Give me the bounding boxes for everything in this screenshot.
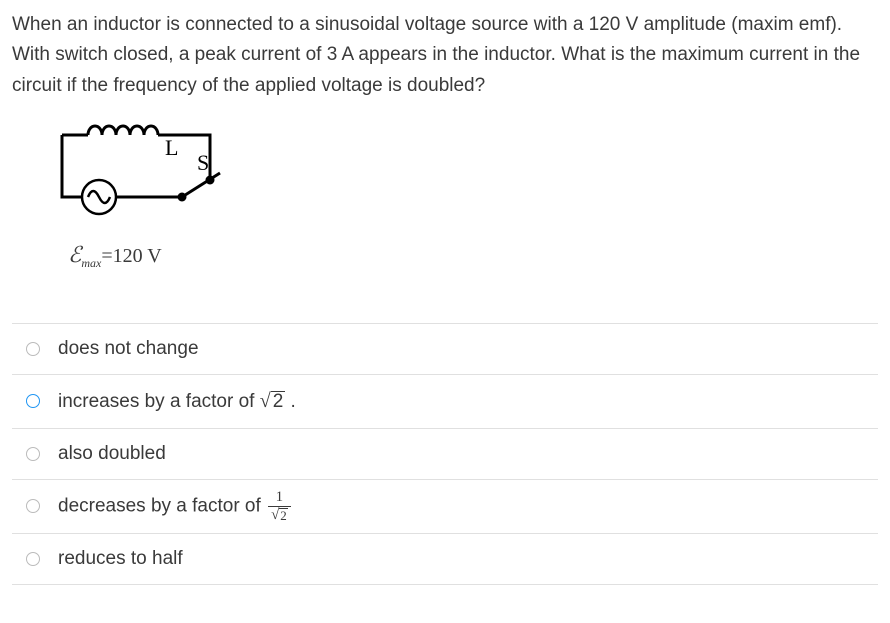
radio-icon[interactable] [26, 394, 40, 408]
switch-label: S [197, 150, 209, 175]
option-3[interactable]: also doubled [12, 428, 878, 479]
radio-icon[interactable] [26, 499, 40, 513]
option-suffix: . [285, 391, 296, 412]
option-text: decreases by a factor of 1 √2 [58, 490, 293, 523]
question-text: When an inductor is connected to a sinus… [12, 10, 878, 101]
sqrt-expression: √2 [260, 385, 286, 417]
fraction-denominator: √2 [268, 506, 291, 523]
emf-value: =120 V [101, 245, 161, 267]
sqrt-arg: 2 [271, 391, 286, 411]
fraction: 1 √2 [268, 490, 291, 523]
emf-label: ℰmax=120 V [68, 237, 878, 273]
option-text: also doubled [58, 439, 166, 469]
option-2[interactable]: increases by a factor of √2 . [12, 374, 878, 427]
circuit-diagram: L S ℰmax=120 V [42, 117, 878, 273]
radio-icon[interactable] [26, 447, 40, 461]
fraction-numerator: 1 [268, 490, 291, 506]
option-text: reduces to half [58, 544, 183, 574]
option-text: does not change [58, 334, 199, 364]
radio-icon[interactable] [26, 552, 40, 566]
radio-icon[interactable] [26, 342, 40, 356]
inductor-label: L [165, 135, 178, 160]
option-1[interactable]: does not change [12, 323, 878, 374]
radical-icon: √ [260, 385, 271, 417]
options-list: does not change increases by a factor of… [12, 323, 878, 586]
option-prefix: decreases by a factor of [58, 495, 266, 516]
option-4[interactable]: decreases by a factor of 1 √2 [12, 479, 878, 533]
sqrt-arg: 2 [279, 508, 288, 522]
option-5[interactable]: reduces to half [12, 533, 878, 585]
emf-subscript: max [81, 256, 101, 270]
option-prefix: increases by a factor of [58, 391, 260, 412]
radical-icon: √ [271, 508, 279, 523]
option-text: increases by a factor of √2 . [58, 385, 296, 417]
circuit-svg: L S [42, 117, 242, 222]
emf-symbol: ℰ [68, 242, 81, 267]
